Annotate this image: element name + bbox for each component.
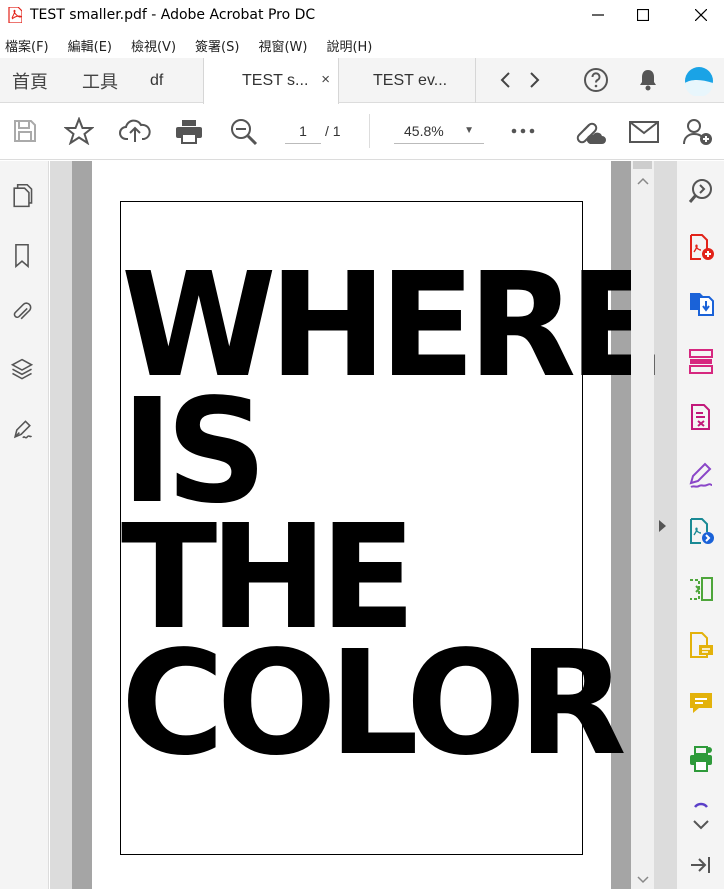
scroll-thumb[interactable] [633, 161, 652, 169]
email-icon[interactable] [628, 120, 660, 144]
tab-document-active[interactable]: TEST s... × [203, 58, 339, 104]
chevron-right-icon[interactable] [527, 70, 543, 90]
page-total-label: / 1 [325, 123, 341, 139]
collapse-right-pane-icon[interactable] [659, 520, 666, 532]
bookmark-star-icon[interactable] [64, 117, 94, 145]
more-tools-partial-icon[interactable] [687, 801, 715, 809]
bell-icon[interactable] [636, 67, 660, 93]
document-heading: WHERE IS THE COLOR [121, 253, 665, 787]
zoom-out-icon[interactable] [229, 117, 259, 147]
tab-label: TEST ev... [373, 71, 448, 89]
vertical-scrollbar[interactable] [631, 161, 654, 889]
close-window-button[interactable] [678, 0, 724, 30]
share-link-icon[interactable] [572, 116, 606, 148]
tools-pane [676, 161, 724, 889]
menu-window[interactable]: 視窗(W) [258, 36, 307, 55]
search-tools-icon[interactable] [687, 177, 715, 205]
tab-document-inactive[interactable]: TEST ev... [340, 58, 476, 103]
window-title: TEST smaller.pdf - Adobe Acrobat Pro DC [30, 7, 316, 23]
acrobat-logo-icon [8, 7, 22, 23]
comment-icon[interactable] [687, 689, 715, 717]
menu-edit[interactable]: 編輯(E) [68, 36, 112, 55]
page-thumbnails-icon[interactable] [9, 183, 35, 209]
attachments-icon[interactable] [9, 298, 35, 324]
add-comment-pdf-icon[interactable] [687, 631, 715, 659]
layers-icon[interactable] [9, 357, 35, 383]
cloud-upload-icon[interactable] [119, 118, 151, 144]
toolbar-divider [369, 114, 370, 148]
minimize-icon [592, 14, 604, 16]
scroll-up-arrow-icon[interactable] [637, 177, 649, 185]
more-options-icon[interactable] [510, 124, 538, 138]
tab-document-partial[interactable]: df [150, 58, 202, 103]
save-icon[interactable] [12, 118, 38, 144]
menu-view[interactable]: 檢視(V) [131, 36, 176, 55]
help-icon[interactable] [583, 67, 609, 93]
maximize-icon [637, 9, 649, 21]
chevron-left-icon[interactable] [497, 70, 513, 90]
export-pdf-icon[interactable] [687, 289, 715, 317]
tab-close-button[interactable]: × [321, 71, 330, 88]
tab-label: TEST s... [242, 72, 309, 89]
tab-home[interactable]: 首頁 [12, 68, 48, 94]
send-for-review-icon[interactable] [687, 517, 715, 545]
minimize-button[interactable] [575, 0, 621, 30]
print-production-icon[interactable] [687, 745, 715, 773]
fill-and-sign-icon[interactable] [687, 461, 715, 489]
chevron-down-icon[interactable] [687, 811, 715, 839]
caret-down-icon: ▼ [464, 125, 474, 136]
compare-files-icon[interactable] [687, 575, 715, 603]
tab-label: df [150, 71, 164, 89]
expand-panel-icon[interactable] [687, 851, 715, 879]
zoom-select[interactable]: 45.8% ▼ [394, 118, 484, 144]
page-margin-left [72, 161, 92, 889]
compress-pdf-icon[interactable] [687, 403, 715, 431]
bookmarks-icon[interactable] [9, 243, 35, 269]
menu-bar: 檔案(F) 編輯(E) 檢視(V) 簽署(S) 視窗(W) 說明(H) [0, 32, 724, 58]
maximize-button[interactable] [620, 0, 666, 30]
print-icon[interactable] [174, 117, 204, 145]
add-user-icon[interactable] [682, 117, 714, 147]
scroll-down-arrow-icon[interactable] [637, 876, 649, 884]
tab-tools[interactable]: 工具 [82, 68, 118, 94]
menu-file[interactable]: 檔案(F) [5, 36, 49, 55]
menu-help[interactable]: 說明(H) [326, 36, 372, 55]
user-avatar[interactable] [684, 66, 714, 96]
menu-sign[interactable]: 簽署(S) [195, 36, 239, 55]
create-pdf-icon[interactable] [687, 233, 715, 261]
tab-bar: 首頁 工具 df TEST s... × TEST ev... [0, 58, 724, 104]
page-number-input[interactable]: 1 [285, 118, 321, 144]
zoom-value: 45.8% [404, 123, 444, 139]
signatures-icon[interactable] [9, 417, 35, 443]
organize-pages-icon[interactable] [687, 347, 715, 375]
left-navigation-pane [0, 161, 49, 889]
heading-line-4: COLOR [121, 619, 627, 787]
close-icon [695, 9, 707, 21]
main-toolbar: 1 / 1 45.8% ▼ [0, 104, 724, 160]
